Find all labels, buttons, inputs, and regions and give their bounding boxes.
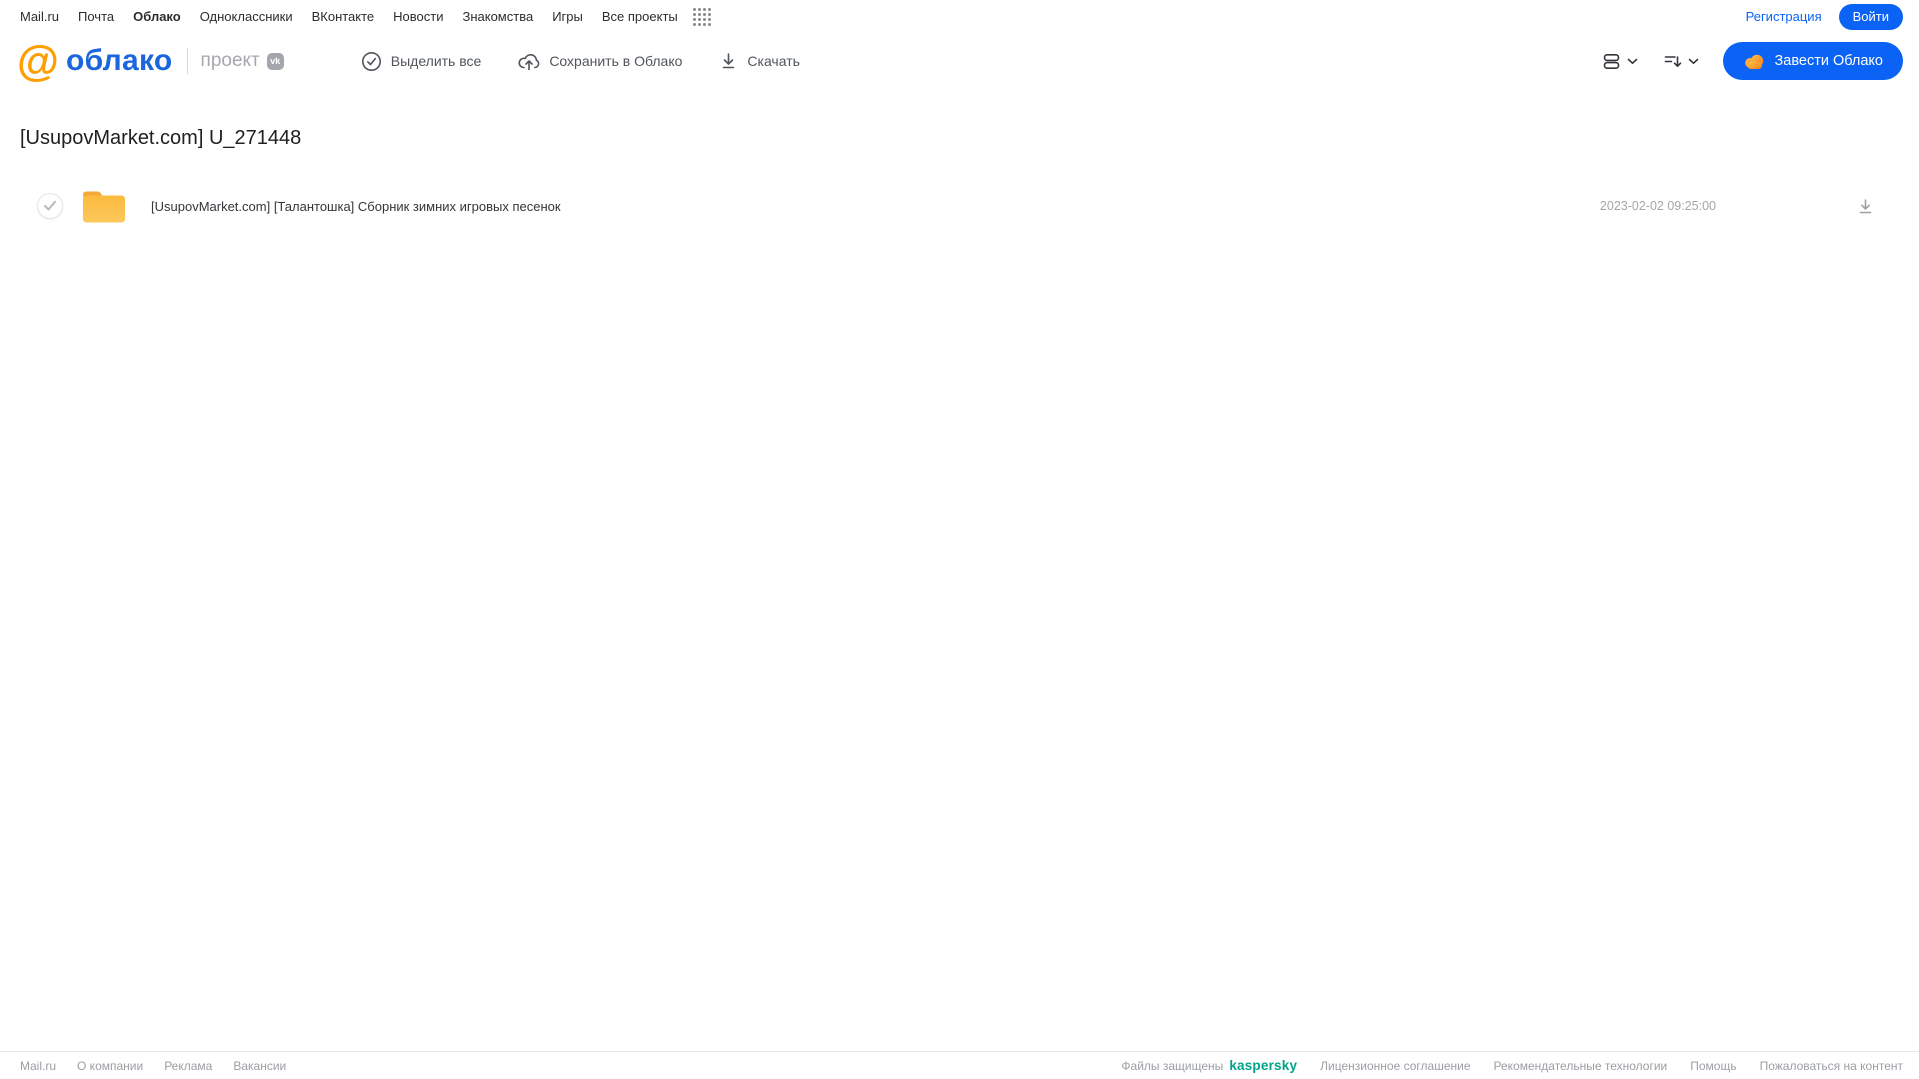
download-button[interactable]: Скачать: [719, 51, 800, 71]
portal-link-all-projects[interactable]: Все проекты: [602, 9, 678, 24]
shared-folder-content: [UsupovMarket.com] U_271448 [UsupovMarke…: [0, 127, 1919, 228]
save-to-cloud-label: Сохранить в Облако: [549, 53, 683, 69]
kaspersky-logo[interactable]: kaspersky: [1229, 1058, 1297, 1073]
file-date: 2023-02-02 09:25:00: [1599, 199, 1716, 213]
cloud-header: @ облако проект vk Выделить все Сохранит…: [0, 33, 1919, 89]
portal-link-pochta[interactable]: Почта: [78, 9, 114, 24]
footer-link-report[interactable]: Пожаловаться на контент: [1760, 1059, 1903, 1073]
project-label-text: проект: [200, 50, 260, 71]
footer-link-ads[interactable]: Реклама: [164, 1059, 212, 1073]
login-button[interactable]: Войти: [1838, 3, 1903, 30]
folder-icon: [83, 191, 125, 222]
footer-link-about[interactable]: О компании: [77, 1059, 143, 1073]
file-name-link[interactable]: [UsupovMarket.com] [Талантошка] Сборник …: [151, 199, 561, 214]
portal-link-odnoklassniki[interactable]: Одноклассники: [200, 9, 293, 24]
chevron-down-icon: [1627, 58, 1637, 64]
header-right-controls: Завести Облако: [1601, 42, 1903, 80]
portal-nav: Mail.ru Почта Облако Одноклассники ВКонт…: [0, 0, 1919, 33]
mailru-at-icon: @: [17, 37, 59, 85]
sort-menu[interactable]: [1662, 51, 1699, 72]
vk-badge-icon: vk: [266, 52, 284, 70]
orange-cloud-icon: [1744, 54, 1763, 69]
sort-icon: [1664, 55, 1681, 67]
protected-by-label: Файлы защищены: [1121, 1059, 1224, 1073]
footer-link-help[interactable]: Помощь: [1690, 1059, 1736, 1073]
file-toolbar: Выделить все Сохранить в Облако Скачать: [361, 51, 800, 72]
portal-link-mailru[interactable]: Mail.ru: [20, 9, 59, 24]
create-cloud-label: Завести Облако: [1774, 53, 1883, 69]
project-vk-label: проект vk: [186, 48, 284, 74]
portal-link-novosti[interactable]: Новости: [393, 9, 443, 24]
select-all-label: Выделить все: [390, 53, 482, 69]
portal-link-igry[interactable]: Игры: [552, 9, 583, 24]
cloud-logo-text: облако: [65, 44, 173, 77]
download-icon: [723, 53, 735, 69]
check-circle-icon: [361, 51, 381, 71]
cloud-logo[interactable]: @ облако проект vk: [17, 37, 284, 85]
cloud-upload-icon: [518, 53, 540, 70]
footer-link-mailru[interactable]: Mail.ru: [20, 1059, 56, 1073]
portal-link-oblako[interactable]: Облако: [133, 9, 181, 24]
footer-link-recommendations[interactable]: Рекомендательные технологии: [1494, 1059, 1668, 1073]
kaspersky-protection: Файлы защищены kaspersky: [1121, 1058, 1297, 1073]
chevron-down-icon: [1688, 58, 1698, 64]
footer-link-jobs[interactable]: Вакансии: [233, 1059, 286, 1073]
select-all-button[interactable]: Выделить все: [361, 51, 482, 72]
view-mode-icon: [1603, 53, 1619, 69]
page-title: [UsupovMarket.com] U_271448: [20, 127, 302, 149]
create-cloud-button[interactable]: Завести Облако: [1722, 42, 1903, 80]
download-label: Скачать: [747, 53, 800, 69]
check-icon: [44, 200, 56, 211]
view-switcher[interactable]: [1601, 51, 1638, 72]
file-row[interactable]: [UsupovMarket.com] [Талантошка] Сборник …: [20, 184, 1903, 228]
footer-link-license[interactable]: Лицензионное соглашение: [1320, 1059, 1470, 1073]
row-checkbox[interactable]: [37, 193, 63, 219]
portal-link-vkontakte[interactable]: ВКонтакте: [312, 9, 375, 24]
footer-right-links: Файлы защищены kaspersky Лицензионное со…: [1121, 1058, 1903, 1073]
footer: Mail.ru О компании Реклама Вакансии Файл…: [0, 1051, 1919, 1079]
save-to-cloud-button[interactable]: Сохранить в Облако: [518, 51, 682, 72]
download-icon: [1859, 198, 1872, 213]
row-download-button[interactable]: [1856, 197, 1875, 216]
registration-link[interactable]: Регистрация: [1746, 9, 1822, 24]
all-projects-grid-icon[interactable]: [692, 7, 711, 26]
portal-link-znakomstva[interactable]: Знакомства: [462, 9, 533, 24]
